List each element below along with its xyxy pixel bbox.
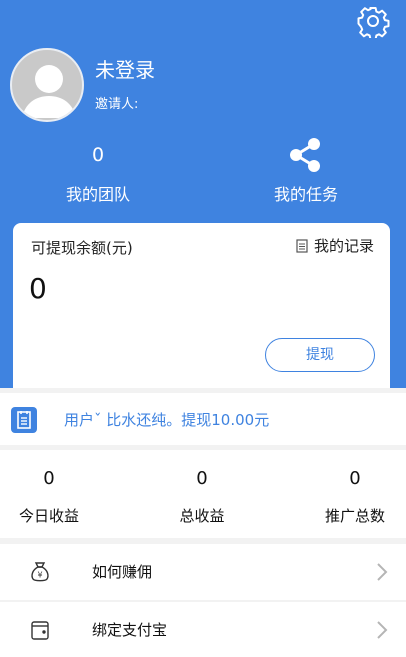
my-task-label[interactable]: 我的任务 <box>256 184 356 206</box>
stat-total-earnings[interactable]: 0 总收益 <box>147 450 257 526</box>
notice-bar[interactable]: 用户ˇ 比水还纯。提现10.00元 <box>0 393 406 445</box>
wallet-icon <box>31 621 49 640</box>
stat-value: 0 <box>349 468 361 489</box>
notice-text: 用户ˇ 比水还纯。提现10.00元 <box>64 411 270 429</box>
chevron-right-icon <box>377 563 388 581</box>
records-label: 我的记录 <box>313 237 374 255</box>
stat-label: 总收益 <box>179 507 225 525</box>
balance-value: 0 <box>29 272 47 305</box>
balance-card: 可提现余额(元) 我的记录 0 提现 <box>13 223 390 388</box>
document-icon <box>296 239 308 253</box>
stat-label: 推广总数 <box>324 507 385 525</box>
username[interactable]: 未登录 <box>95 57 155 83</box>
stat-promotion-total[interactable]: 0 推广总数 <box>300 450 406 526</box>
menu-label: 如何赚佣 <box>92 563 153 581</box>
stats-panel: 0 今日收益 0 总收益 0 推广总数 <box>0 450 406 538</box>
settings-gear-icon[interactable] <box>356 4 390 38</box>
team-count[interactable]: 0 <box>58 143 138 167</box>
menu-how-to-earn[interactable]: ¥ 如何赚佣 <box>0 544 406 600</box>
svg-text:¥: ¥ <box>37 571 42 580</box>
share-icon[interactable] <box>287 136 325 174</box>
menu-bind-alipay[interactable]: 绑定支付宝 <box>0 602 406 657</box>
notice-icon <box>11 407 37 433</box>
withdraw-button[interactable]: 提现 <box>265 338 375 372</box>
header: 未登录 邀请人: 0 我的团队 我的任务 可提现余额(元) 我的记录 0 提现 <box>0 0 406 388</box>
menu-label: 绑定支付宝 <box>92 621 168 639</box>
my-team-label[interactable]: 我的团队 <box>48 184 148 206</box>
stat-value: 0 <box>196 468 208 489</box>
records-link[interactable]: 我的记录 <box>296 236 374 256</box>
stat-value: 0 <box>43 468 55 489</box>
stat-label: 今日收益 <box>18 507 79 525</box>
avatar[interactable] <box>10 48 84 122</box>
stat-today-earnings[interactable]: 0 今日收益 <box>0 450 104 526</box>
money-bag-icon: ¥ <box>31 562 49 582</box>
chevron-right-icon <box>377 621 388 639</box>
user-silhouette-icon <box>22 65 76 118</box>
balance-title: 可提现余额(元) <box>31 239 133 257</box>
inviter-label: 邀请人: <box>95 97 139 112</box>
